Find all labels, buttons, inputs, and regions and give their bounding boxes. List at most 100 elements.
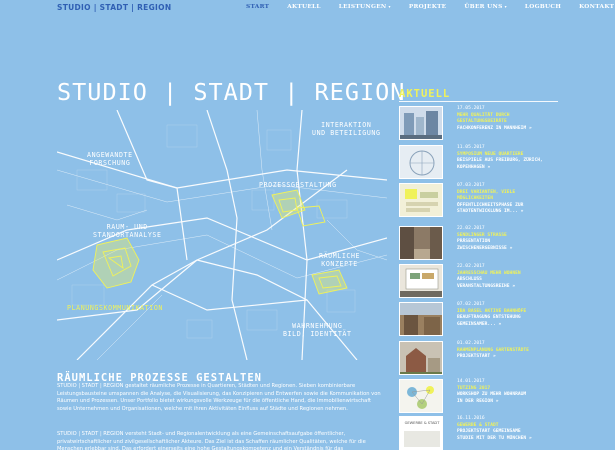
headline-line: TUTZING 2017 [457, 385, 491, 391]
news-item[interactable]: 17.05.2017 MEHR QUALITÄT DURCH GESTALTUNG… [399, 106, 559, 140]
headline-line: JAHRESSCHAU MEHR WOHNEN [457, 270, 521, 276]
news-date: 22.02.2017 [457, 264, 485, 269]
news-headline[interactable]: DREI VARIANTEN, VIELE MÖGLICHKEITEN [457, 190, 561, 203]
subtitle-line: STADTENTWICKLUNG IM... [457, 209, 518, 215]
news-item[interactable]: 01.02.2017 RAHMENPLANUNG GARTENSTÄDTE PR… [399, 341, 559, 375]
news-item[interactable]: GEWERBE & STADT 16.11.2016 GEWERBE & STA… [399, 416, 559, 450]
headline-line: MEHR QUALITÄT DURCH [457, 112, 510, 118]
map-label-wahrnehmung[interactable]: WAHRNEHMUNG BILD, IDENTITÄT [283, 322, 352, 338]
headline-line: IBA BASEL AKTIVE BAHNHÖFE [457, 308, 527, 314]
map-label-prozessgestaltung[interactable]: PROZESSGESTALTUNG [259, 181, 337, 190]
subtitle-line: ÖFFENTLICHKEITSPHASE ZUR [457, 202, 524, 208]
more-arrow-icon[interactable]: » [493, 354, 496, 359]
map-label-raum-standortanalyse[interactable]: RAUM- UND STANDORTANALYSE [93, 223, 162, 239]
label-line: PROZESSGESTALTUNG [259, 181, 337, 189]
second-paragraph: STUDIO | STADT | REGION versteht Stadt- … [57, 431, 366, 450]
news-item[interactable]: 11.05.2017 SYMPOSIUM NEUE QUARTIERE BEIS… [399, 145, 559, 179]
map-label-angewandte-forschung[interactable]: ANGEWANDTE FORSCHUNG [87, 151, 133, 167]
nav-ueber-uns[interactable]: ÜBER UNS ▾ [464, 4, 506, 14]
news-thumbnail[interactable]: GEWERBE & STADT [399, 416, 443, 450]
news-thumbnail[interactable] [399, 302, 443, 336]
news-date: 07.03.2017 [457, 183, 485, 188]
more-arrow-icon[interactable]: » [499, 322, 502, 327]
news-subtitle: FACHKONFERENZ IN MANNHEIM » [457, 126, 561, 133]
intro-paragraph: STUDIO | STADT | REGION gestaltet räumli… [57, 383, 381, 412]
news-text: 01.02.2017 RAHMENPLANUNG GARTENSTÄDTE PR… [457, 341, 561, 361]
subtitle-line: KOPENHAGEN [457, 164, 485, 170]
news-subtitle: ÖFFENTLICHKEITSPHASE ZUR STADTENTWICKLUNG… [457, 203, 561, 216]
more-arrow-icon[interactable]: » [510, 246, 513, 251]
headline-line: SENDLINGER STRASSE [457, 232, 507, 238]
more-arrow-icon[interactable]: » [512, 284, 515, 289]
more-arrow-icon[interactable]: » [487, 165, 490, 170]
news-subtitle: PROJEKTSTART GEMEINSAME STUDIE MIT DER TU… [457, 429, 561, 442]
subtitle-line: ABSCHLUSS [457, 277, 482, 283]
nav-ueber-uns-label: ÜBER UNS [464, 4, 503, 10]
label-line: STANDORTANALYSE [93, 230, 162, 239]
headline-line: GEWERBE & STADT [457, 422, 499, 428]
nav-leistungen-label: LEISTUNGEN [338, 4, 387, 10]
headline-line: GESTALTUNGSBEIRÄTE [457, 119, 507, 125]
nav-kontakt-label: KONTAKT [579, 4, 615, 10]
brand-logo[interactable]: STUDIO | STADT | REGION [57, 3, 171, 12]
news-text: 22.02.2017 JAHRESSCHAU MEHR WOHNEN ABSCH… [457, 264, 561, 290]
more-arrow-icon[interactable]: » [521, 209, 524, 214]
more-arrow-icon[interactable]: » [529, 126, 532, 131]
map-label-planungskommunikation[interactable]: PLANUNGSKOMMUNIKATION [67, 304, 163, 313]
news-subtitle: PRÄSENTATION ZWISCHENERGEBNISSE » [457, 239, 561, 252]
subtitle-line: VERANSTALTUNGSREIHE [457, 283, 510, 289]
news-text: 22.02.2017 SENDLINGER STRASSE PRÄSENTATI… [457, 226, 561, 252]
subtitle-line: PROJEKTSTART [457, 354, 491, 360]
news-thumbnail[interactable] [399, 379, 443, 413]
news-subtitle: ABSCHLUSS VERANSTALTUNGSREIHE » [457, 277, 561, 290]
news-text: 11.05.2017 SYMPOSIUM NEUE QUARTIERE BEIS… [457, 145, 561, 171]
news-subtitle: BEAUFTRAGUNG ENTSTEHUNG GEMEINSAMER... » [457, 315, 561, 328]
nav-logbuch-label: LOGBUCH [524, 4, 562, 10]
subtitle-line: FACHKONFERENZ IN MANNHEIM [457, 125, 527, 131]
top-bar: STUDIO | STADT | REGION START AKTUELL LE… [0, 0, 615, 16]
subtitle-line: WORKSHOP ZU MEHR WOHNRAUM [457, 392, 527, 398]
news-thumbnail[interactable] [399, 145, 443, 179]
headline-line: DREI VARIANTEN, VIELE [457, 189, 516, 195]
news-text: 07.03.2017 DREI VARIANTEN, VIELE MÖGLICHK… [457, 183, 561, 216]
nav-aktuell[interactable]: AKTUELL [287, 4, 321, 14]
nav-logbuch[interactable]: LOGBUCH [525, 4, 561, 14]
thumbnail-image [400, 146, 442, 178]
thumbnail-image [400, 303, 442, 335]
nav-start[interactable]: START [246, 4, 269, 14]
thumbnail-image [400, 107, 442, 139]
thumbnail-image [400, 265, 442, 297]
news-thumbnail[interactable] [399, 106, 443, 140]
news-date: 14.01.2017 [457, 379, 485, 384]
more-arrow-icon[interactable]: » [529, 436, 532, 441]
hero-title: STUDIO | STADT | REGION [57, 78, 406, 106]
chevron-down-icon: ▾ [504, 4, 507, 9]
nav-projekte[interactable]: PROJEKTE [409, 4, 447, 14]
map-label-interaktion[interactable]: INTERAKTION UND BETEILIGUNG [312, 121, 381, 137]
label-line: KONZEPTE [321, 259, 358, 268]
news-text: 16.11.2016 GEWERBE & STADT PROJEKTSTART … [457, 416, 561, 442]
sidebar-divider [399, 101, 558, 102]
label-line: BILD, IDENTITÄT [283, 329, 352, 338]
map-label-raeumliche-konzepte[interactable]: RÄUMLICHE KONZEPTE [319, 252, 360, 268]
more-arrow-icon[interactable]: » [496, 399, 499, 404]
news-item[interactable]: 07.02.2017 IBA BASEL AKTIVE BAHNHÖFE BEA… [399, 302, 559, 336]
news-text: 07.02.2017 IBA BASEL AKTIVE BAHNHÖFE BEA… [457, 302, 561, 328]
subtitle-line: ZWISCHENERGEBNISSE [457, 245, 507, 251]
thumbnail-image [400, 380, 442, 412]
nav-kontakt[interactable]: KONTAKT [579, 4, 614, 14]
news-thumbnail[interactable] [399, 183, 443, 217]
news-subtitle: BEISPIELE AUS FREIBURG, ZÜRICH, KOPENHAGE… [457, 158, 561, 171]
news-headline[interactable]: MEHR QUALITÄT DURCH GESTALTUNGSBEIRÄTE [457, 113, 561, 126]
news-item[interactable]: 14.01.2017 TUTZING 2017 WORKSHOP ZU MEHR… [399, 379, 559, 413]
news-thumbnail[interactable] [399, 264, 443, 298]
news-thumbnail[interactable] [399, 226, 443, 260]
news-item[interactable]: 07.03.2017 DREI VARIANTEN, VIELE MÖGLICHK… [399, 183, 559, 217]
thumbnail-image [400, 227, 442, 259]
news-thumbnail[interactable] [399, 341, 443, 375]
news-item[interactable]: 22.02.2017 JAHRESSCHAU MEHR WOHNEN ABSCH… [399, 264, 559, 298]
news-item[interactable]: 22.02.2017 SENDLINGER STRASSE PRÄSENTATI… [399, 226, 559, 260]
news-subtitle: WORKSHOP ZU MEHR WOHNRAUM IN DER REGION » [457, 392, 561, 405]
nav-leistungen[interactable]: LEISTUNGEN ▾ [339, 4, 391, 14]
news-subtitle: PROJEKTSTART » [457, 354, 561, 361]
